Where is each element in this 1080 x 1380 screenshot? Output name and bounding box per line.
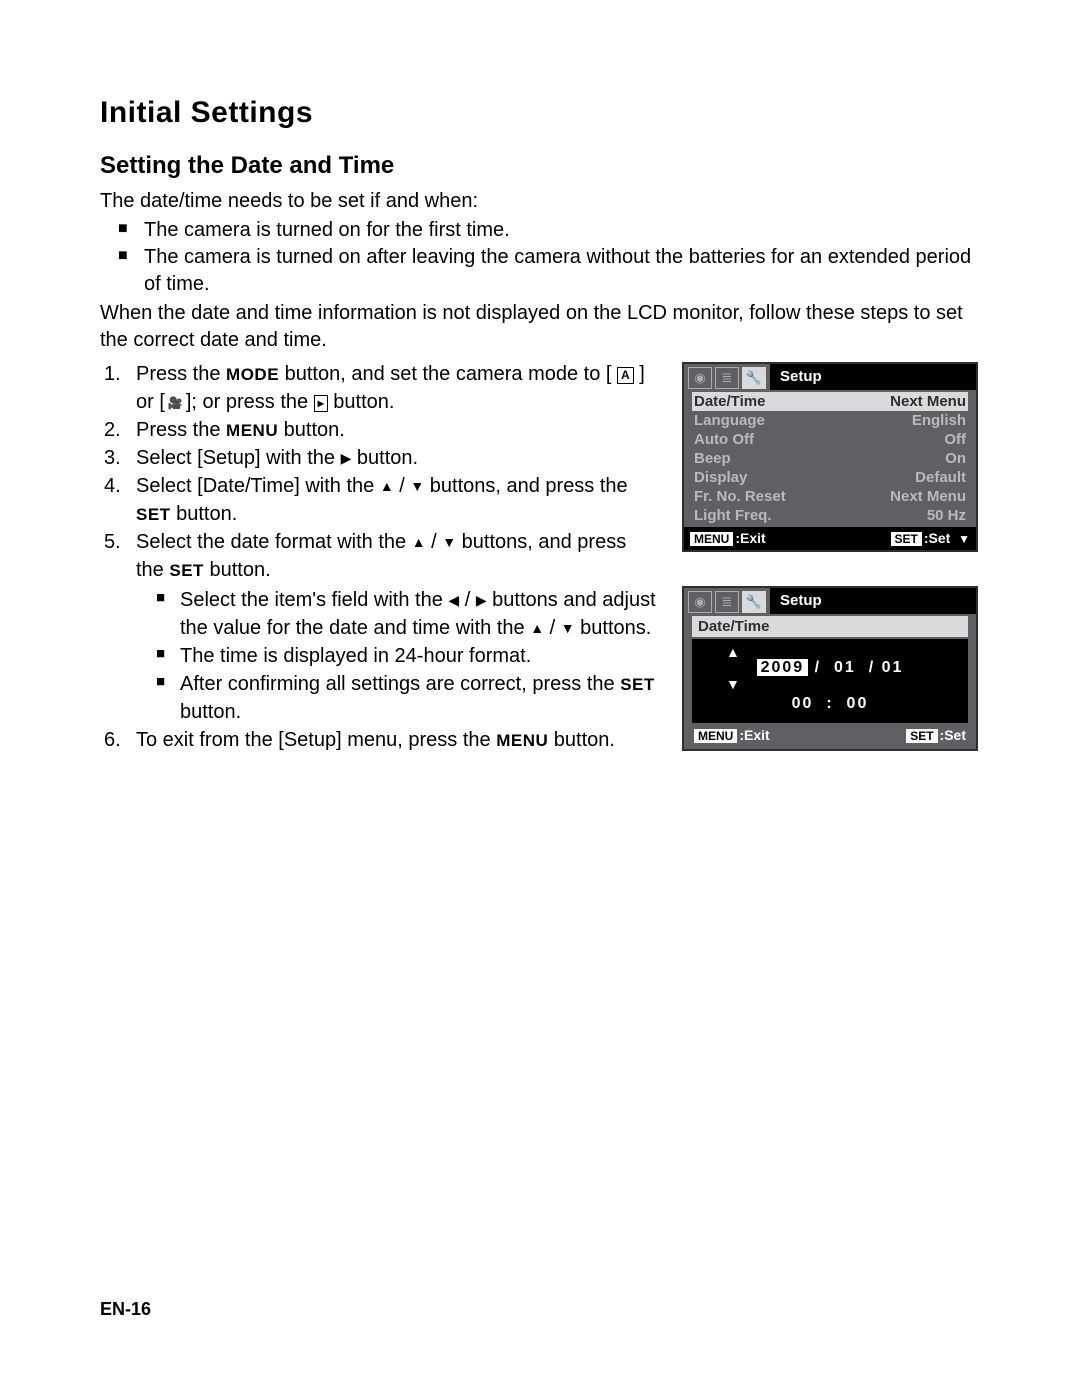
substep: Select the item's field with the ◀ / ▶ b…: [160, 586, 658, 642]
left-icon: ◀: [448, 592, 459, 608]
lcd-footer: MENU:Exit SET:Set: [684, 723, 976, 749]
intro-text: The date/time needs to be set if and whe…: [100, 188, 980, 215]
day-field: 01: [882, 659, 904, 676]
right-icon: ▶: [341, 450, 352, 466]
camera-tab-icon: ◉: [688, 591, 712, 613]
lcd-footer: MENU:Exit SET:Set ▼: [684, 527, 976, 550]
section-subtitle: Setting the Date and Time: [100, 152, 980, 180]
steps-list: Press the MODE button, and set the camer…: [100, 360, 658, 754]
bullet-item: The camera is turned on for the first ti…: [122, 217, 980, 244]
lcd-title: Setup: [770, 364, 976, 390]
step-3: Select [Setup] with the ▶ button.: [128, 444, 658, 472]
step-1: Press the MODE button, and set the camer…: [128, 360, 658, 416]
camera-tab-icon: ◉: [688, 367, 712, 389]
list-tab-icon: ≣: [715, 591, 739, 613]
down-icon: ▼: [410, 478, 424, 494]
lcd-row: Light Freq.50 Hz: [692, 506, 968, 525]
minute-field: 00: [847, 695, 869, 712]
play-icon: ▸: [314, 395, 328, 412]
lcd-row: LanguageEnglish: [692, 411, 968, 430]
right-icon: ▶: [476, 592, 487, 608]
set-label: SET: [169, 561, 204, 580]
when-text: When the date and time information is no…: [100, 300, 980, 354]
hour-field: 00: [792, 695, 814, 712]
lcd-row: Date/TimeNext Menu: [692, 392, 968, 411]
lcd-screens: ◉ ≣ 🔧 Setup Date/TimeNext Menu LanguageE…: [682, 362, 980, 751]
lcd-datetime: ◉ ≣ 🔧 Setup Date/Time ▲ 2009 / 01 / 01 ▼: [682, 586, 978, 751]
intro-bullets: The camera is turned on for the first ti…: [100, 217, 980, 298]
step-6: To exit from the [Setup] menu, press the…: [128, 726, 658, 754]
lcd-row: DisplayDefault: [692, 468, 968, 487]
down-icon: ▼: [561, 620, 575, 636]
step-2: Press the MENU button.: [128, 416, 658, 444]
page-title: Initial Settings: [100, 96, 980, 130]
page-number: EN-16: [100, 1299, 151, 1320]
menu-label: MENU: [496, 731, 548, 750]
set-label: SET: [620, 675, 655, 694]
setup-tab-icon: 🔧: [742, 367, 766, 389]
set-label: SET: [136, 505, 171, 524]
down-icon: ▼: [726, 676, 740, 692]
step-5: Select the date format with the ▲ / ▼ bu…: [128, 528, 658, 726]
lcd-setup-list: ◉ ≣ 🔧 Setup Date/TimeNext Menu LanguageE…: [682, 362, 978, 552]
lcd-row: Auto OffOff: [692, 430, 968, 449]
lcd-date-area: ▲ 2009 / 01 / 01 ▼ 00 : 00: [692, 639, 968, 723]
lcd-title: Setup: [770, 588, 976, 614]
substeps: Select the item's field with the ◀ / ▶ b…: [136, 586, 658, 726]
up-icon: ▲: [726, 644, 740, 660]
mode-label: MODE: [226, 365, 279, 384]
lcd-datetime-head: Date/Time: [692, 616, 968, 637]
up-icon: ▲: [412, 534, 426, 550]
lcd-row: BeepOn: [692, 449, 968, 468]
bullet-item: The camera is turned on after leaving th…: [122, 244, 980, 298]
setup-tab-icon: 🔧: [742, 591, 766, 613]
video-mode-icon: 🎥: [165, 396, 186, 413]
a-mode-icon: A: [617, 367, 634, 384]
step-4: Select [Date/Time] with the ▲ / ▼ button…: [128, 472, 658, 528]
substep: After confirming all settings are correc…: [160, 670, 658, 726]
year-field: 2009: [757, 659, 809, 676]
up-icon: ▲: [380, 478, 394, 494]
menu-label: MENU: [226, 421, 278, 440]
lcd-row: Fr. No. ResetNext Menu: [692, 487, 968, 506]
substep: The time is displayed in 24-hour format.: [160, 642, 658, 670]
down-icon: ▼: [442, 534, 456, 550]
up-icon: ▲: [530, 620, 544, 636]
month-field: 01: [834, 659, 856, 676]
list-tab-icon: ≣: [715, 367, 739, 389]
down-icon: ▼: [958, 532, 970, 546]
